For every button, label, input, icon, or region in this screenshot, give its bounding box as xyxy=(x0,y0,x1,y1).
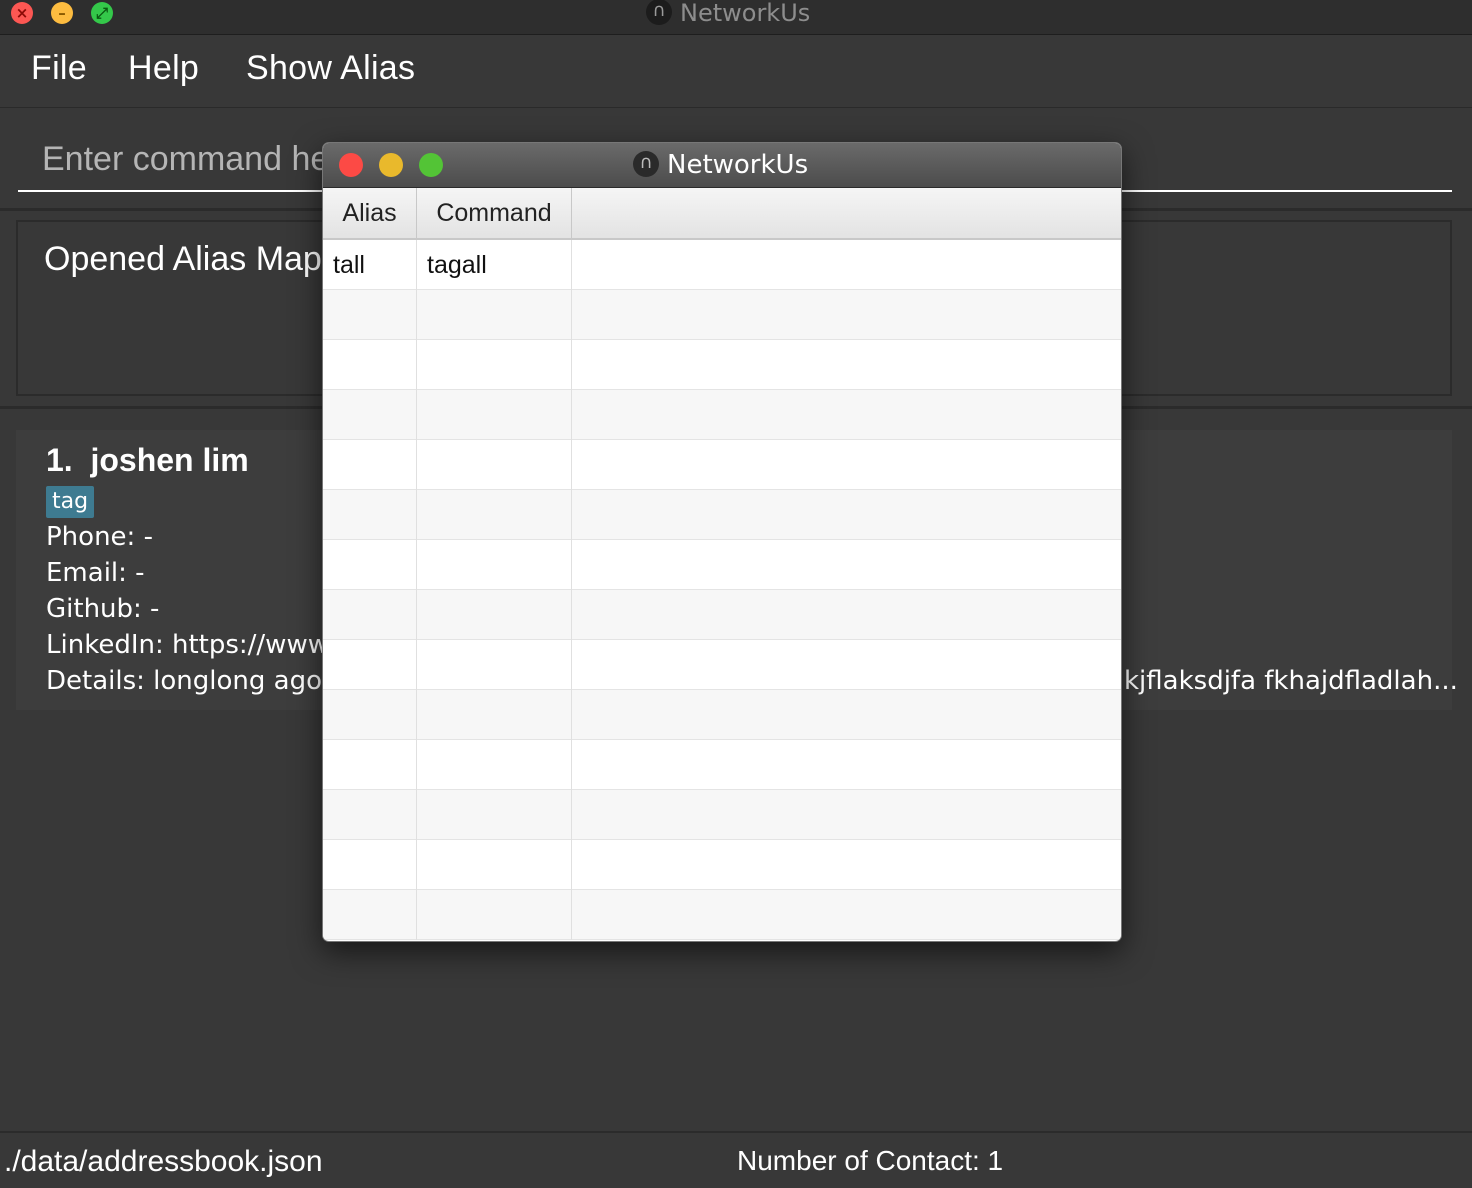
table-row[interactable] xyxy=(323,690,1121,740)
fullscreen-icon: ⤢ xyxy=(95,4,108,22)
contact-tag: tag xyxy=(46,486,95,518)
filler-cell xyxy=(572,740,1121,790)
alias-cell xyxy=(323,840,417,890)
filler-cell xyxy=(572,290,1121,340)
filler-cell xyxy=(572,640,1121,690)
alias-window-title-text: NetworkUs xyxy=(667,150,809,180)
column-header-command[interactable]: Command xyxy=(417,188,572,238)
alias-close-button[interactable] xyxy=(339,153,363,177)
filler-cell xyxy=(572,540,1121,590)
menu-file[interactable]: File xyxy=(31,49,87,88)
table-row[interactable] xyxy=(323,890,1121,940)
table-row[interactable] xyxy=(323,540,1121,590)
contact-phone: Phone: - xyxy=(46,522,153,552)
fullscreen-window-button[interactable]: ⤢ xyxy=(91,2,113,24)
table-row[interactable] xyxy=(323,290,1121,340)
alias-cell: tall xyxy=(323,240,417,290)
close-icon: × xyxy=(15,4,29,22)
filler-cell xyxy=(572,440,1121,490)
command-cell xyxy=(417,490,572,540)
command-cell xyxy=(417,840,572,890)
contact-details-tail: kjflaksdjfa fkhajdfladlah... xyxy=(1124,666,1458,696)
column-header-alias[interactable]: Alias xyxy=(323,188,417,238)
command-cell xyxy=(417,340,572,390)
window-title: ∩ NetworkUs xyxy=(646,0,810,28)
alias-cell xyxy=(323,640,417,690)
main-title-bar: × – ⤢ ∩ NetworkUs xyxy=(0,0,1472,35)
alias-cell xyxy=(323,290,417,340)
filler-cell xyxy=(572,790,1121,840)
table-row[interactable] xyxy=(323,790,1121,840)
contact-name: joshen lim xyxy=(90,442,249,478)
menu-bar: File Help Show Alias xyxy=(0,35,1472,108)
contact-github: Github: - xyxy=(46,594,160,624)
data-file-path: ./data/addressbook.json xyxy=(4,1145,323,1178)
window-title-text: NetworkUs xyxy=(680,0,811,27)
command-cell xyxy=(417,290,572,340)
menu-help[interactable]: Help xyxy=(128,49,199,88)
table-row[interactable] xyxy=(323,590,1121,640)
filler-cell xyxy=(572,840,1121,890)
alias-cell xyxy=(323,340,417,390)
contact-name-line: 1. joshen lim xyxy=(46,442,249,479)
command-cell xyxy=(417,590,572,640)
alias-minimize-button[interactable] xyxy=(379,153,403,177)
command-cell xyxy=(417,540,572,590)
contact-email: Email: - xyxy=(46,558,145,588)
alias-window-title-bar[interactable]: ∩ NetworkUs xyxy=(323,143,1121,188)
alias-cell xyxy=(323,690,417,740)
contact-index: 1. xyxy=(46,442,73,478)
command-cell xyxy=(417,740,572,790)
minimize-icon: – xyxy=(58,4,66,22)
alias-cell xyxy=(323,490,417,540)
contact-count: Number of Contact: 1 xyxy=(737,1145,1004,1176)
table-row[interactable] xyxy=(323,740,1121,790)
filler-cell xyxy=(572,240,1121,290)
table-row[interactable]: tall tagall xyxy=(323,240,1121,290)
command-cell xyxy=(417,890,572,940)
alias-table: Alias Command tall tagall xyxy=(323,188,1121,941)
table-row[interactable] xyxy=(323,840,1121,890)
minimize-window-button[interactable]: – xyxy=(51,2,73,24)
filler-cell xyxy=(572,390,1121,440)
command-cell xyxy=(417,790,572,840)
table-row[interactable] xyxy=(323,440,1121,490)
command-cell: tagall xyxy=(417,240,572,290)
alias-window: ∩ NetworkUs Alias Command tall tagall xyxy=(322,142,1122,942)
command-cell xyxy=(417,440,572,490)
table-row[interactable] xyxy=(323,390,1121,440)
filler-cell xyxy=(572,590,1121,640)
command-cell xyxy=(417,690,572,740)
alias-cell xyxy=(323,740,417,790)
app-icon: ∩ xyxy=(646,0,672,25)
command-cell xyxy=(417,640,572,690)
contact-linkedin: LinkedIn: https://www. xyxy=(46,630,335,660)
table-row[interactable] xyxy=(323,340,1121,390)
filler-cell xyxy=(572,490,1121,540)
menu-show-alias[interactable]: Show Alias xyxy=(246,49,415,88)
alias-cell xyxy=(323,890,417,940)
app-icon: ∩ xyxy=(633,150,659,177)
filler-cell xyxy=(572,690,1121,740)
filler-cell xyxy=(572,340,1121,390)
table-row[interactable] xyxy=(323,490,1121,540)
alias-cell xyxy=(323,590,417,640)
alias-zoom-button[interactable] xyxy=(419,153,443,177)
filler-cell xyxy=(572,890,1121,940)
column-header-filler xyxy=(572,188,1121,238)
alias-cell xyxy=(323,440,417,490)
alias-cell xyxy=(323,390,417,440)
close-window-button[interactable]: × xyxy=(11,2,33,24)
alias-cell xyxy=(323,790,417,840)
alias-window-title: ∩ NetworkUs xyxy=(633,149,808,181)
status-bar: ./data/addressbook.json Number of Contac… xyxy=(0,1131,1472,1188)
command-cell xyxy=(417,390,572,440)
alias-cell xyxy=(323,540,417,590)
table-row[interactable] xyxy=(323,640,1121,690)
alias-table-header: Alias Command xyxy=(323,188,1121,240)
result-text: Opened Alias Map xyxy=(44,240,322,278)
contact-details: Details: longlong ago th xyxy=(46,666,357,696)
